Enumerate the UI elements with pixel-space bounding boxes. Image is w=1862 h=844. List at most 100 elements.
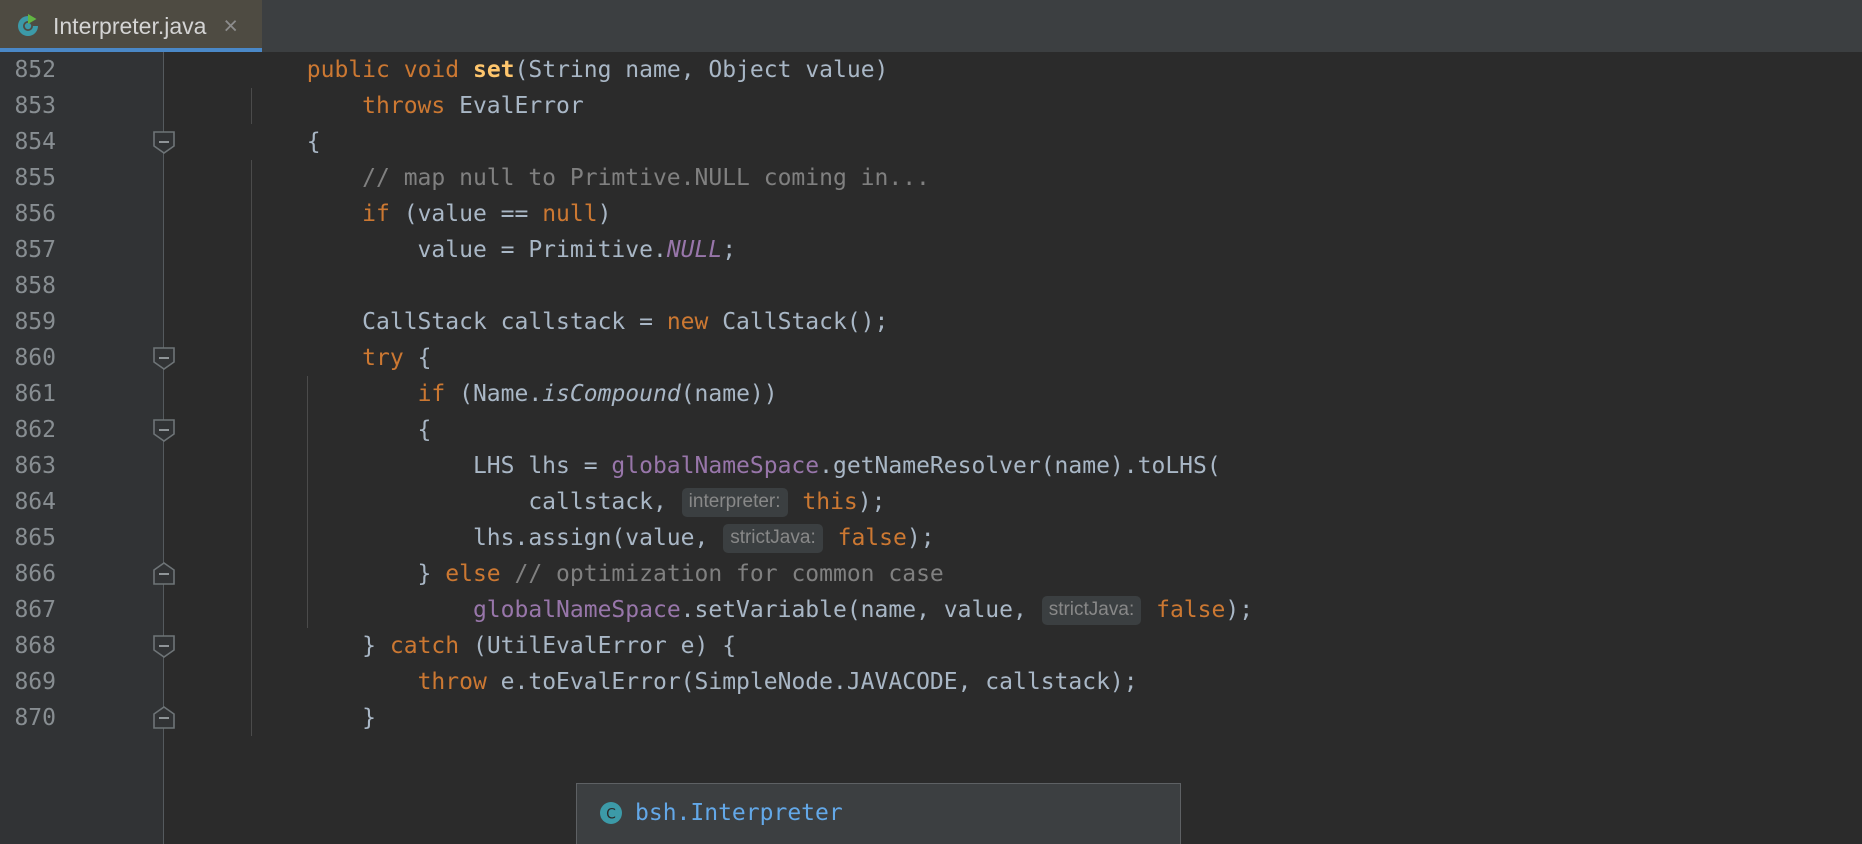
code-token: if — [362, 201, 390, 227]
code-token: false — [1156, 597, 1226, 623]
code-token: null — [542, 201, 598, 227]
code-token: (String name, Object value) — [514, 57, 889, 83]
code-line: { — [164, 412, 432, 448]
code-token: value = Primitive. — [196, 237, 667, 263]
code-line: // map null to Primtive.NULL coming in..… — [164, 160, 930, 196]
code-token: public — [306, 57, 390, 83]
code-token: callstack, — [196, 489, 681, 515]
code-content[interactable]: public void set(String name, Object valu… — [164, 52, 1862, 844]
java-class-icon: C — [598, 800, 624, 826]
parameter-hint-chip[interactable]: strictJava: — [1041, 596, 1142, 625]
code-line: LHS lhs = globalNameSpace.getNameResolve… — [164, 448, 1221, 484]
code-token: isCompound — [542, 381, 681, 407]
code-token: ); — [857, 489, 886, 515]
code-token: e.toEvalError(SimpleNode.JAVACODE, calls… — [486, 669, 1138, 695]
code-token: catch — [389, 633, 460, 659]
line-number: 852 — [14, 57, 56, 83]
code-token: EvalError — [445, 93, 584, 119]
code-token: { — [196, 129, 321, 155]
editor-gutter[interactable]: 852 853 854 855 856 857 858 859 860 861 862 863 864 8… — [0, 52, 175, 844]
svg-text:C: C — [606, 807, 616, 823]
code-token: // optimization for common case — [514, 561, 944, 587]
code-token: // map null to Primtive.NULL coming in..… — [362, 165, 930, 191]
code-token: ; — [722, 237, 737, 263]
line-number: 853 — [14, 93, 56, 119]
code-token: new — [666, 309, 709, 335]
line-number: 858 — [14, 273, 56, 299]
code-line: value = Primitive.NULL; — [164, 232, 737, 268]
code-token: this — [802, 489, 858, 515]
code-line: } — [164, 700, 376, 736]
code-line: throws EvalError — [164, 88, 584, 124]
code-token: throw — [417, 669, 487, 695]
code-token: ); — [1225, 597, 1254, 623]
code-token: ); — [906, 525, 935, 551]
parameter-hint-chip[interactable]: strictJava: — [723, 524, 823, 553]
close-icon[interactable]: × — [223, 13, 238, 39]
line-number: 866 — [14, 561, 56, 587]
code-line: { — [164, 124, 321, 160]
code-line: if (value == null) — [164, 196, 611, 232]
completion-popup[interactable]: C bsh.Interpreter NameSpace globalNameSp… — [576, 783, 1181, 844]
code-token: (name)) — [680, 381, 778, 407]
code-token: globalNameSpace — [472, 597, 681, 623]
code-editor[interactable]: 852 853 854 855 856 857 858 859 860 861 862 863 864 8… — [0, 52, 1862, 844]
code-token: CallStack callstack = — [196, 309, 667, 335]
popup-member-signature: NameSpace globalNameSpace — [577, 826, 1180, 844]
code-line: } catch (UtilEvalError e) { — [164, 628, 736, 664]
code-token: if — [417, 381, 446, 407]
code-line: try { — [164, 340, 431, 376]
tab-interpreter-java[interactable]: Interpreter.java × — [0, 0, 262, 52]
code-token: LHS lhs = — [196, 453, 612, 479]
line-number: 869 — [14, 669, 56, 695]
line-number: 870 — [14, 705, 56, 731]
code-line: globalNameSpace.setVariable(name, value,… — [164, 592, 1253, 628]
code-token: .getNameResolver(name).toLHS( — [819, 453, 1221, 479]
code-token: false — [837, 525, 907, 551]
line-number: 861 — [14, 381, 56, 407]
code-token: } — [196, 561, 446, 587]
code-token: void — [403, 57, 460, 83]
code-token: lhs.assign(value, — [196, 525, 723, 551]
line-number: 864 — [14, 489, 56, 515]
code-token: else — [445, 561, 501, 587]
line-number: 855 — [14, 165, 56, 191]
line-number: 856 — [14, 201, 56, 227]
code-token: { — [196, 417, 432, 443]
indent-guide — [251, 268, 253, 304]
code-token: set — [472, 57, 515, 83]
parameter-hint-chip[interactable]: interpreter: — [681, 488, 788, 517]
code-line: if (Name.isCompound(name)) — [164, 376, 778, 412]
line-number: 868 — [14, 633, 56, 659]
code-token: NULL — [666, 237, 723, 263]
line-number: 862 — [14, 417, 56, 443]
code-line: throw e.toEvalError(SimpleNode.JAVACODE,… — [164, 664, 1138, 700]
code-token: (Name. — [445, 381, 543, 407]
tab-label: Interpreter.java — [53, 12, 207, 39]
popup-title: bsh.Interpreter — [635, 800, 843, 826]
code-line: public void set(String name, Object valu… — [164, 52, 889, 88]
code-token: globalNameSpace — [611, 453, 820, 479]
code-line: callstack, interpreter: this); — [164, 484, 885, 520]
code-token: try — [362, 345, 404, 371]
popup-header: C bsh.Interpreter — [577, 784, 1180, 826]
line-number: 859 — [14, 309, 56, 335]
code-token: { — [403, 345, 432, 371]
line-number: 854 — [14, 129, 56, 155]
code-token: ) — [597, 201, 612, 227]
code-line: lhs.assign(value, strictJava: false); — [164, 520, 935, 556]
line-number: 867 — [14, 597, 56, 623]
